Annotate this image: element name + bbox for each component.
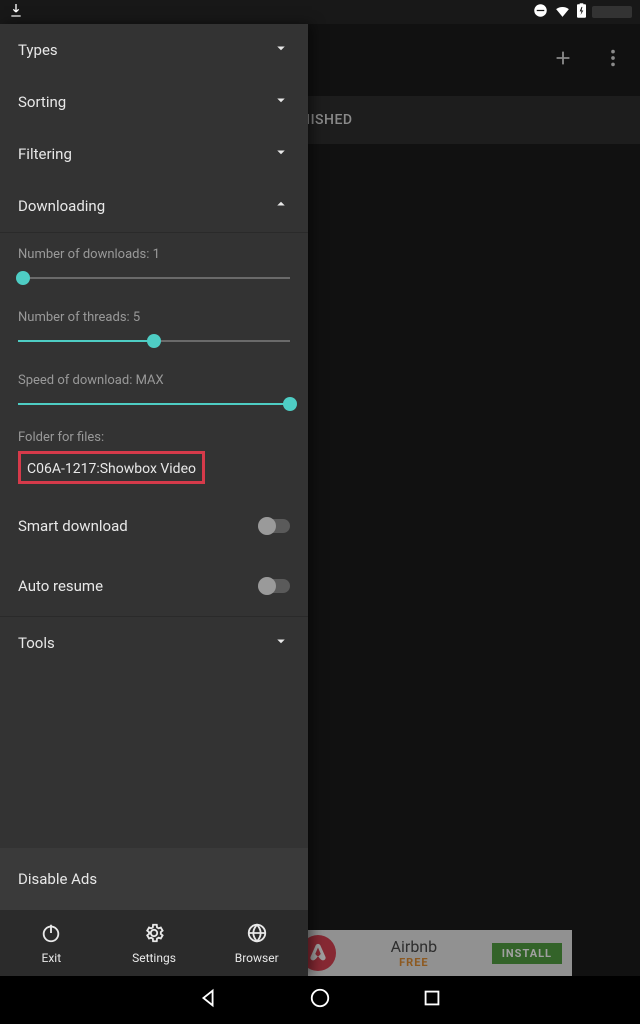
disable-ads-label: Disable Ads — [18, 870, 97, 888]
section-sorting-label: Sorting — [18, 93, 66, 111]
smart-download-toggle[interactable] — [258, 519, 290, 533]
back-button[interactable] — [197, 987, 219, 1013]
overflow-menu-button[interactable] — [602, 47, 624, 73]
add-button[interactable] — [552, 47, 574, 73]
folder-value: C06A-1217:Showbox Video — [27, 461, 196, 477]
do-not-disturb-icon — [533, 3, 548, 22]
home-button[interactable] — [309, 987, 331, 1013]
battery-charging-icon — [577, 3, 586, 22]
section-filtering-label: Filtering — [18, 145, 72, 163]
download-notification-icon — [8, 2, 24, 22]
ad-banner[interactable]: Airbnb FREE INSTALL — [290, 930, 572, 976]
num-downloads-slider[interactable] — [18, 270, 290, 286]
auto-resume-toggle[interactable] — [258, 579, 290, 593]
section-downloading[interactable]: Downloading — [0, 180, 308, 232]
num-downloads-row: Number of downloads: 1 — [0, 233, 308, 296]
status-bar — [0, 0, 640, 24]
android-nav-bar — [0, 976, 640, 1024]
chevron-down-icon — [272, 143, 290, 165]
folder-highlight: C06A-1217:Showbox Video — [18, 451, 205, 484]
exit-button[interactable]: Exit — [0, 910, 103, 976]
auto-resume-label: Auto resume — [18, 577, 103, 595]
power-icon — [40, 922, 62, 947]
num-threads-label: Number of threads: 5 — [18, 310, 290, 325]
chevron-down-icon — [272, 91, 290, 113]
folder-row[interactable]: Folder for files: C06A-1217:Showbox Vide… — [0, 422, 308, 496]
chevron-down-icon — [272, 39, 290, 61]
section-sorting[interactable]: Sorting — [0, 76, 308, 128]
drawer-bottom-bar: Exit Settings Browser — [0, 910, 308, 976]
chevron-up-icon — [272, 195, 290, 217]
status-spacer — [592, 6, 632, 18]
wifi-icon — [554, 2, 571, 23]
section-tools[interactable]: Tools — [0, 617, 308, 669]
section-tools-label: Tools — [18, 634, 55, 652]
disable-ads-button[interactable]: Disable Ads — [0, 848, 308, 910]
chevron-down-icon — [272, 632, 290, 654]
settings-drawer: Types Sorting Filtering Downloading Numb… — [0, 24, 308, 976]
num-threads-slider[interactable] — [18, 333, 290, 349]
exit-label: Exit — [42, 951, 62, 965]
section-downloading-label: Downloading — [18, 197, 105, 215]
folder-label: Folder for files: — [18, 430, 290, 445]
smart-download-label: Smart download — [18, 517, 128, 535]
browser-label: Browser — [235, 951, 279, 965]
gear-icon — [143, 922, 165, 947]
speed-label: Speed of download: MAX — [18, 373, 290, 388]
auto-resume-row[interactable]: Auto resume — [0, 556, 308, 616]
ad-title: Airbnb — [391, 937, 438, 956]
section-filtering[interactable]: Filtering — [0, 128, 308, 180]
num-threads-row: Number of threads: 5 — [0, 296, 308, 359]
settings-label: Settings — [132, 951, 176, 965]
browser-button[interactable]: Browser — [205, 910, 308, 976]
section-types-label: Types — [18, 41, 58, 59]
ad-install-button[interactable]: INSTALL — [492, 943, 562, 964]
num-downloads-label: Number of downloads: 1 — [18, 247, 290, 262]
smart-download-row[interactable]: Smart download — [0, 496, 308, 556]
speed-row: Speed of download: MAX — [0, 359, 308, 422]
speed-slider[interactable] — [18, 396, 290, 412]
section-types[interactable]: Types — [0, 24, 308, 76]
settings-button[interactable]: Settings — [103, 910, 206, 976]
recents-button[interactable] — [421, 987, 443, 1013]
ad-subtitle: FREE — [399, 956, 428, 969]
globe-icon — [246, 922, 268, 947]
